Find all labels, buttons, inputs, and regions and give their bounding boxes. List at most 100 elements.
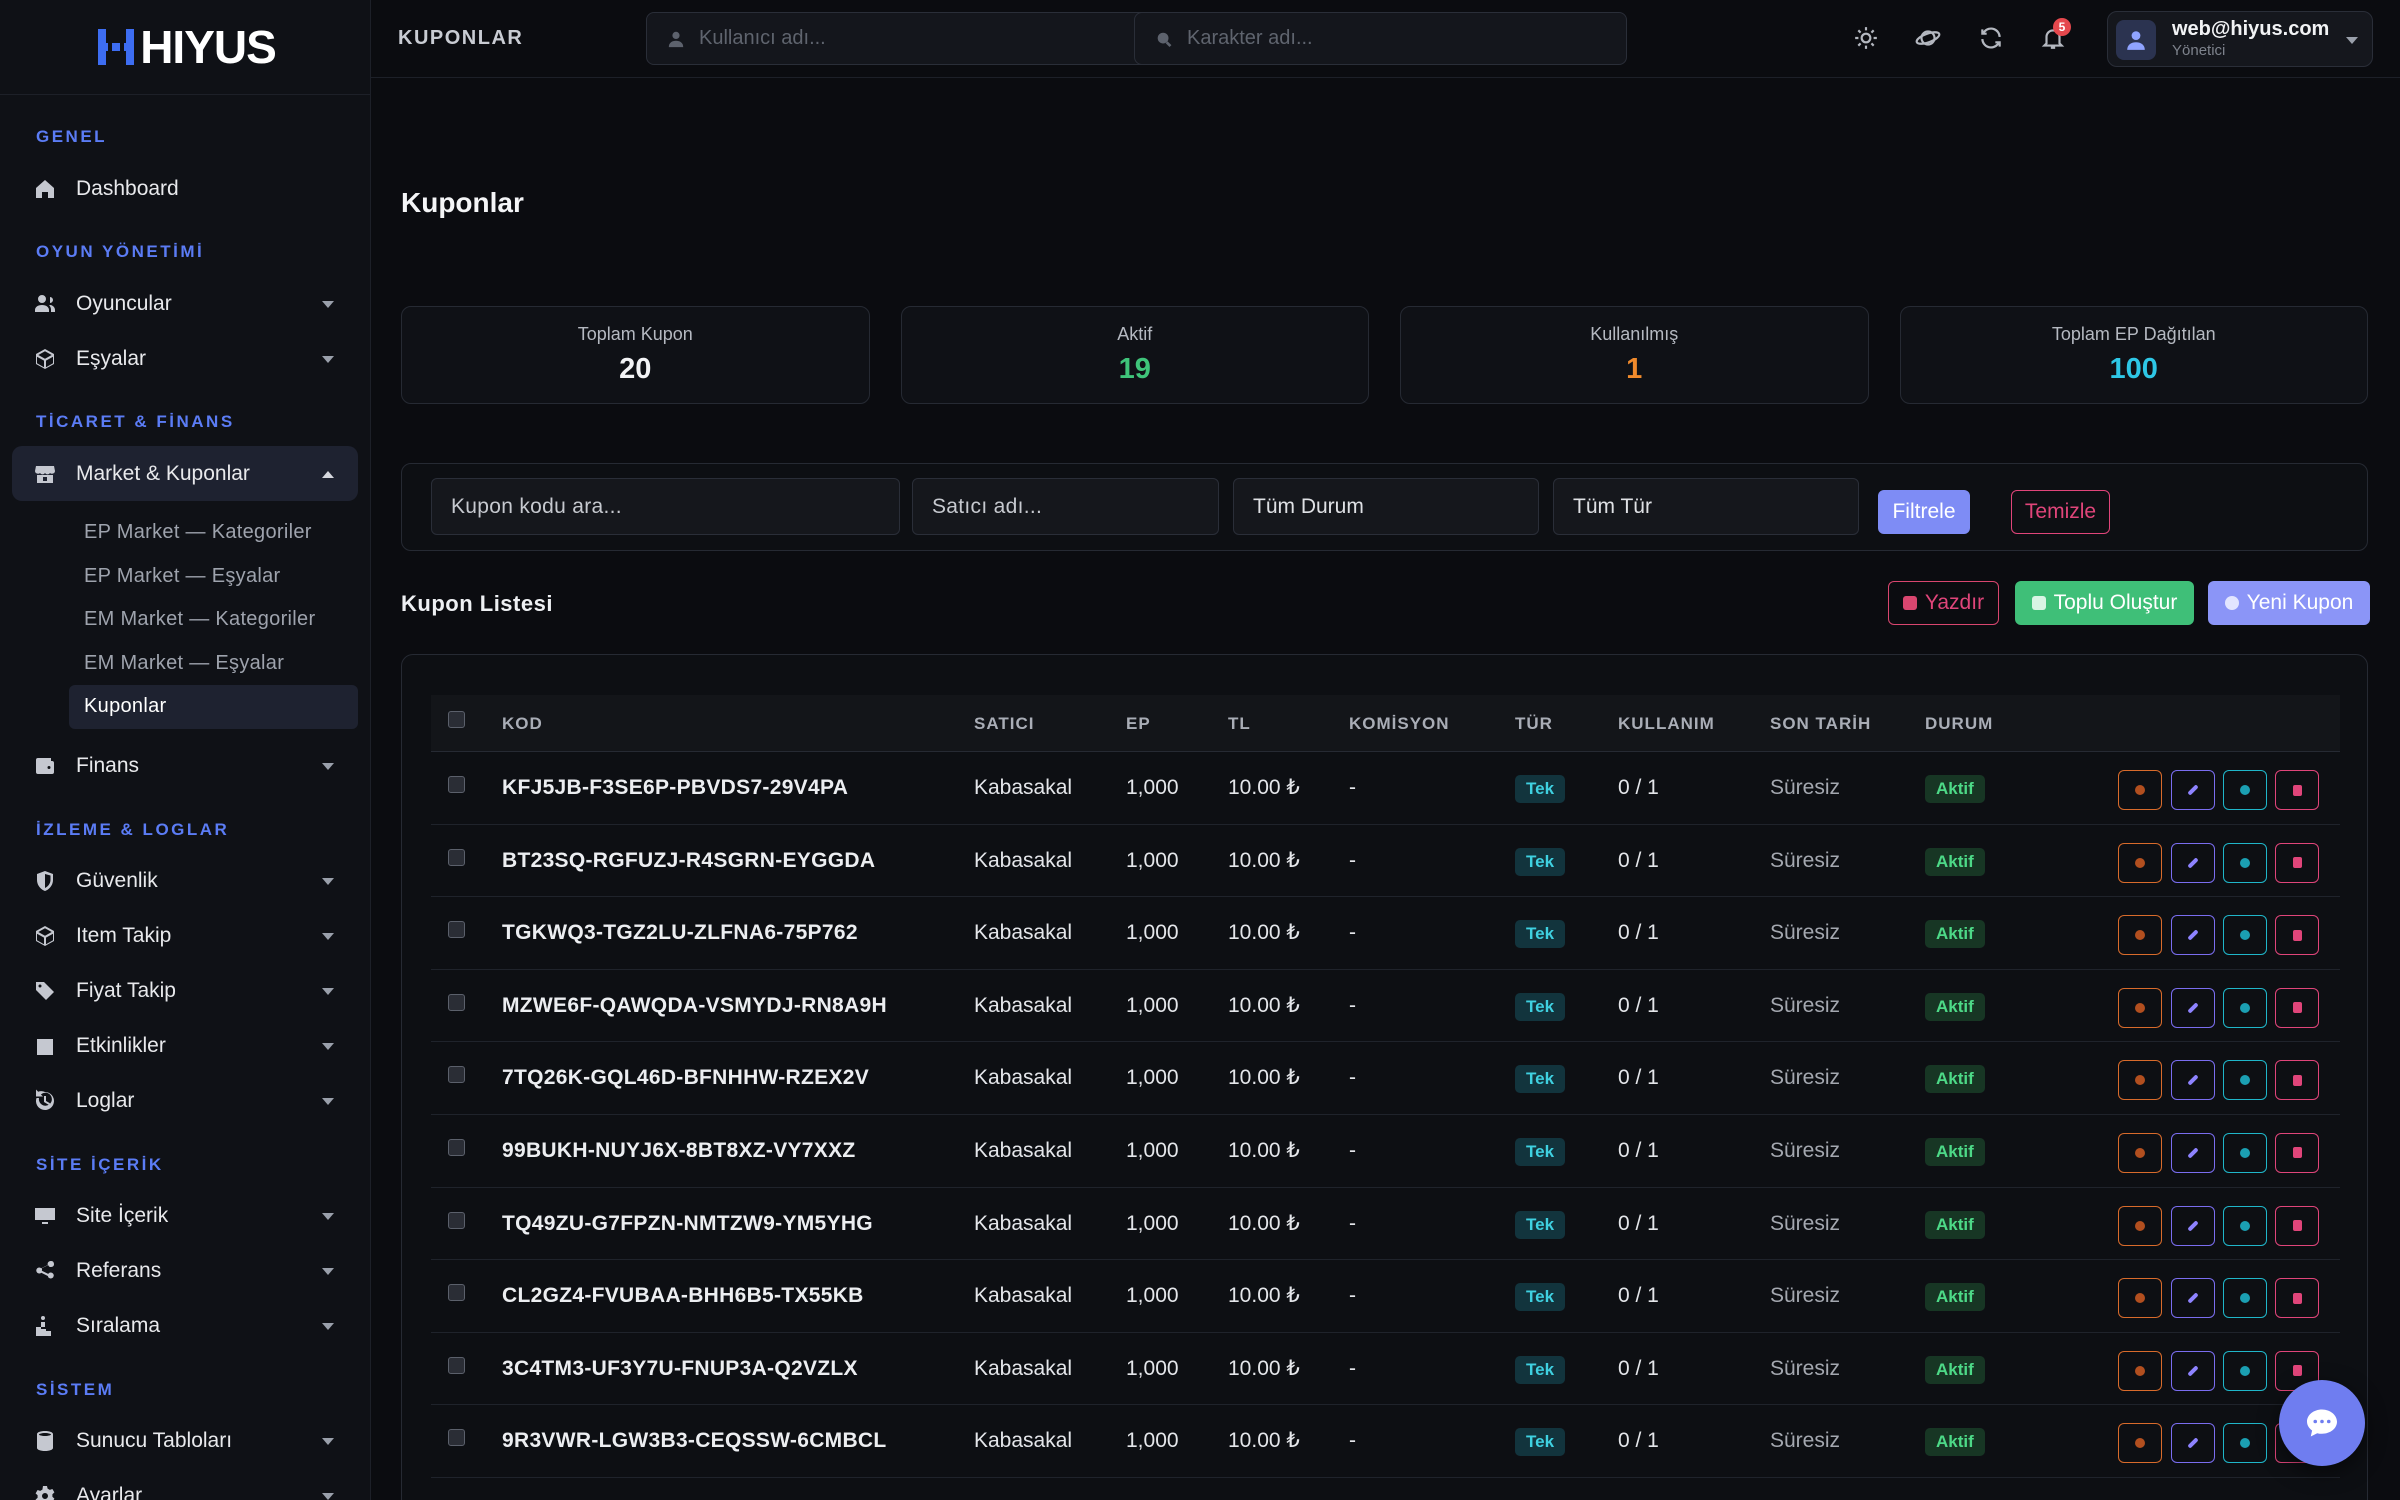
- type-select[interactable]: Tüm Tür: [1553, 478, 1859, 535]
- deactivate-button[interactable]: [2118, 842, 2162, 883]
- user-search[interactable]: [646, 12, 1166, 65]
- th-kullanim[interactable]: KULLANIM: [1618, 695, 1715, 752]
- edit-button[interactable]: [2171, 1132, 2215, 1173]
- edit-button[interactable]: [2171, 987, 2215, 1028]
- character-search-input[interactable]: [1187, 27, 1567, 50]
- deactivate-button[interactable]: [2118, 1350, 2162, 1391]
- sidebar-item-oyuncular[interactable]: Oyuncular: [12, 276, 358, 331]
- history-button[interactable]: [2223, 1350, 2267, 1391]
- row-checkbox[interactable]: [448, 1284, 465, 1302]
- delete-button[interactable]: [2275, 915, 2319, 956]
- sidebar-item-e-yalar[interactable]: Eşyalar: [12, 331, 358, 386]
- sidebar-item-s-ralama[interactable]: Sıralama: [12, 1299, 358, 1354]
- clear-button[interactable]: Temizle: [2011, 490, 2110, 534]
- deactivate-button[interactable]: [2118, 770, 2162, 810]
- sidebar-item-sunucu-tablolar[interactable]: Sunucu Tabloları: [12, 1414, 358, 1469]
- row-checkbox[interactable]: [448, 993, 465, 1011]
- history-button[interactable]: [2223, 1423, 2267, 1464]
- history-button[interactable]: [2223, 1060, 2267, 1101]
- sidebar-item-ayarlar[interactable]: Ayarlar: [12, 1469, 358, 1500]
- sidebar-item-etkinlikler[interactable]: Etkinlikler: [12, 1019, 358, 1074]
- sidebar-item-dashboard[interactable]: Dashboard: [12, 161, 358, 216]
- deactivate-button[interactable]: [2118, 987, 2162, 1028]
- delete-button[interactable]: [2275, 1205, 2319, 1246]
- refresh-button[interactable]: [1975, 22, 2007, 54]
- history-button[interactable]: [2223, 1278, 2267, 1319]
- sidebar-subitem-ep-market-e-yalar[interactable]: EP Market — Eşyalar: [69, 555, 358, 599]
- sidebar-item-referans[interactable]: Referans: [12, 1244, 358, 1299]
- sidebar-subitem-em-market-e-yalar[interactable]: EM Market — Eşyalar: [69, 642, 358, 686]
- th-durum[interactable]: DURUM: [1925, 695, 1993, 752]
- th-tur[interactable]: TÜR: [1515, 695, 1553, 752]
- deactivate-button[interactable]: [2118, 915, 2162, 956]
- table-row: 9R3VWR-LGW3B3-CEQSSW-6CMBCL Kabasakal 1,00…: [431, 1405, 2340, 1478]
- coupon-code-search-input[interactable]: [431, 478, 900, 535]
- sidebar-item-finans[interactable]: Finans: [12, 739, 358, 794]
- edit-button[interactable]: [2171, 1205, 2215, 1246]
- delete-button[interactable]: [2275, 1132, 2319, 1173]
- notifications-button[interactable]: 5: [2037, 18, 2071, 54]
- bulk-create-button[interactable]: Toplu Oluştur: [2015, 581, 2194, 625]
- th-ep[interactable]: EP: [1126, 695, 1151, 752]
- print-button[interactable]: Yazdır: [1888, 581, 1999, 625]
- sidebar-subitem-ep-market-kategoriler[interactable]: EP Market — Kategoriler: [69, 511, 358, 555]
- sidebar-item-site-i-erik[interactable]: Site İçerik: [12, 1189, 358, 1244]
- user-menu[interactable]: web@hiyus.com Yönetici: [2107, 11, 2373, 67]
- edit-button[interactable]: [2171, 770, 2215, 810]
- th-satici[interactable]: SATICI: [974, 695, 1034, 752]
- select-all-checkbox[interactable]: [448, 711, 465, 728]
- history-button[interactable]: [2223, 770, 2267, 810]
- edit-button[interactable]: [2171, 1278, 2215, 1319]
- planet-button[interactable]: [1912, 22, 1944, 54]
- deactivate-button[interactable]: [2118, 1423, 2162, 1464]
- sidebar-item-fiyat-takip[interactable]: Fiyat Takip: [12, 964, 358, 1019]
- history-button[interactable]: [2223, 987, 2267, 1028]
- edit-button[interactable]: [2171, 1423, 2215, 1464]
- row-checkbox[interactable]: [448, 1356, 465, 1374]
- row-checkbox[interactable]: [448, 1429, 465, 1447]
- row-checkbox[interactable]: [448, 1138, 465, 1156]
- sidebar-item-market-kuponlar[interactable]: Market & Kuponlar: [12, 446, 358, 501]
- deactivate-button[interactable]: [2118, 1205, 2162, 1246]
- character-search[interactable]: [1134, 12, 1627, 65]
- row-checkbox[interactable]: [448, 848, 465, 866]
- sidebar-subitem-kuponlar[interactable]: Kuponlar: [69, 685, 358, 729]
- history-button[interactable]: [2223, 915, 2267, 956]
- th-son-tarih[interactable]: SON TARİH: [1770, 695, 1871, 752]
- deactivate-button[interactable]: [2118, 1278, 2162, 1319]
- new-coupon-button[interactable]: Yeni Kupon: [2208, 581, 2370, 625]
- th-kod[interactable]: KOD: [502, 695, 543, 752]
- cell-satici: Kabasakal: [974, 1429, 1073, 1453]
- sidebar-item-item-takip[interactable]: Item Takip: [12, 909, 358, 964]
- sidebar-item-g-venlik[interactable]: Güvenlik: [12, 854, 358, 909]
- delete-button[interactable]: [2275, 770, 2319, 810]
- row-checkbox[interactable]: [448, 1066, 465, 1084]
- sidebar-subitem-em-market-kategoriler[interactable]: EM Market — Kategoriler: [69, 598, 358, 642]
- deactivate-button[interactable]: [2118, 1132, 2162, 1173]
- th-komisyon[interactable]: KOMİSYON: [1349, 695, 1450, 752]
- edit-button[interactable]: [2171, 842, 2215, 883]
- edit-button[interactable]: [2171, 1060, 2215, 1101]
- seller-name-input[interactable]: [912, 478, 1219, 535]
- chat-button[interactable]: [2279, 1380, 2365, 1466]
- delete-button[interactable]: [2275, 987, 2319, 1028]
- delete-button[interactable]: [2275, 1060, 2319, 1101]
- history-button[interactable]: [2223, 1132, 2267, 1173]
- edit-button[interactable]: [2171, 915, 2215, 956]
- row-checkbox[interactable]: [448, 921, 465, 939]
- edit-button[interactable]: [2171, 1350, 2215, 1391]
- theme-toggle-button[interactable]: [1850, 22, 1882, 54]
- th-tl[interactable]: TL: [1228, 695, 1251, 752]
- history-button[interactable]: [2223, 1205, 2267, 1246]
- row-checkbox[interactable]: [448, 1211, 465, 1229]
- sidebar-item-loglar[interactable]: Loglar: [12, 1074, 358, 1129]
- brand[interactable]: HIYUS: [0, 0, 370, 95]
- deactivate-button[interactable]: [2118, 1060, 2162, 1101]
- delete-button[interactable]: [2275, 842, 2319, 883]
- delete-button[interactable]: [2275, 1278, 2319, 1319]
- user-search-input[interactable]: [699, 27, 1079, 50]
- history-button[interactable]: [2223, 842, 2267, 883]
- row-checkbox[interactable]: [448, 776, 465, 793]
- status-select[interactable]: Tüm Durum: [1233, 478, 1539, 535]
- filter-button[interactable]: Filtrele: [1878, 490, 1970, 534]
